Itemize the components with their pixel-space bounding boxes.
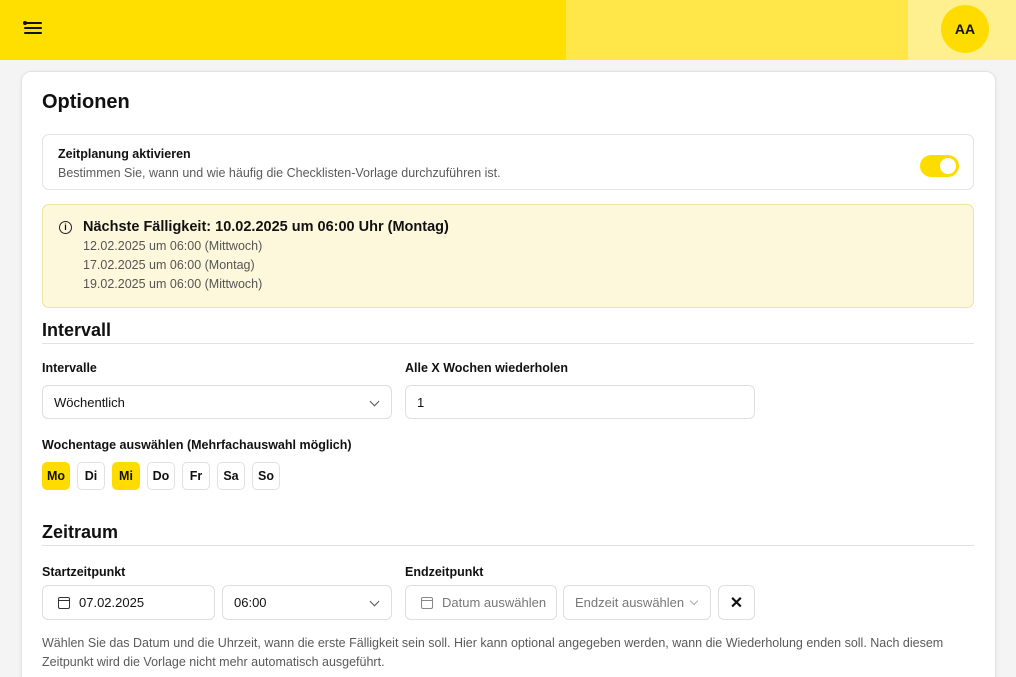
upcoming-due-item: 19.02.2025 um 06:00 (Mittwoch) [83,277,263,291]
calendar-icon [421,596,433,609]
divider [42,545,974,546]
weekday-mo[interactable]: Mo [42,462,70,490]
weekday-di[interactable]: Di [77,462,105,490]
weekday-mi[interactable]: Mi [112,462,140,490]
close-icon[interactable]: ✕ [718,585,755,620]
divider [42,343,974,344]
next-due-text: Nächste Fälligkeit: 10.02.2025 um 06:00 … [83,219,449,235]
timeframe-help-text: Wählen Sie das Datum und die Uhrzeit, wa… [42,636,944,669]
weekday-so[interactable]: So [252,462,280,490]
section-title-timeframe: Zeitraum [42,522,119,542]
end-label: Endzeitpunkt [405,565,484,579]
interval-value: Wöchentlich [54,394,125,410]
repeat-weeks-value: 1 [417,394,425,410]
menu-icon[interactable] [22,18,46,40]
start-time-value: 06:00 [234,595,267,610]
chevron-down-icon [369,396,380,407]
end-time-placeholder: Endzeit auswählen [575,595,685,610]
avatar[interactable]: AA [941,5,989,53]
chevron-down-icon [369,596,380,607]
upcoming-due-item: 12.02.2025 um 06:00 (Mittwoch) [83,239,263,253]
weekdays-label: Wochentage auswählen (Mehrfachauswahl mö… [42,438,352,452]
top-bar-segment [566,0,908,60]
calendar-icon [58,596,70,609]
end-date-input[interactable]: Datum auswählen [405,585,557,620]
start-date-input[interactable]: 07.02.2025 [42,585,215,620]
scheduling-toggle-switch[interactable] [920,155,959,177]
section-title-interval: Intervall [42,320,112,340]
interval-select[interactable]: Wöchentlich [42,385,392,419]
top-app-bar: AA [0,0,1016,60]
upcoming-due-item: 17.02.2025 um 06:00 (Montag) [83,258,255,272]
scheduling-description: Bestimmen Sie, wann und wie häufig die C… [58,166,501,180]
weekday-sa[interactable]: Sa [217,462,245,490]
scheduling-toggle-row: Zeitplanung aktivieren Bestimmen Sie, wa… [42,134,974,190]
start-label: Startzeitpunkt [42,565,126,579]
start-time-select[interactable]: 06:00 [222,585,392,620]
page-title: Optionen [42,91,130,113]
repeat-weeks-input[interactable]: 1 [405,385,755,419]
weekday-do[interactable]: Do [147,462,175,490]
interval-label: Intervalle [42,361,97,375]
scheduling-title: Zeitplanung aktivieren [58,147,191,161]
end-date-placeholder: Datum auswählen [442,595,547,610]
start-date-value: 07.02.2025 [79,595,145,610]
end-time-select[interactable]: Endzeit auswählen [563,585,711,620]
repeat-label: Alle X Wochen wiederholen [405,361,568,375]
chevron-down-icon [689,596,699,606]
next-due-info-box: i Nächste Fälligkeit: 10.02.2025 um 06:0… [42,204,974,308]
weekday-fr[interactable]: Fr [182,462,210,490]
info-icon: i [59,221,72,234]
